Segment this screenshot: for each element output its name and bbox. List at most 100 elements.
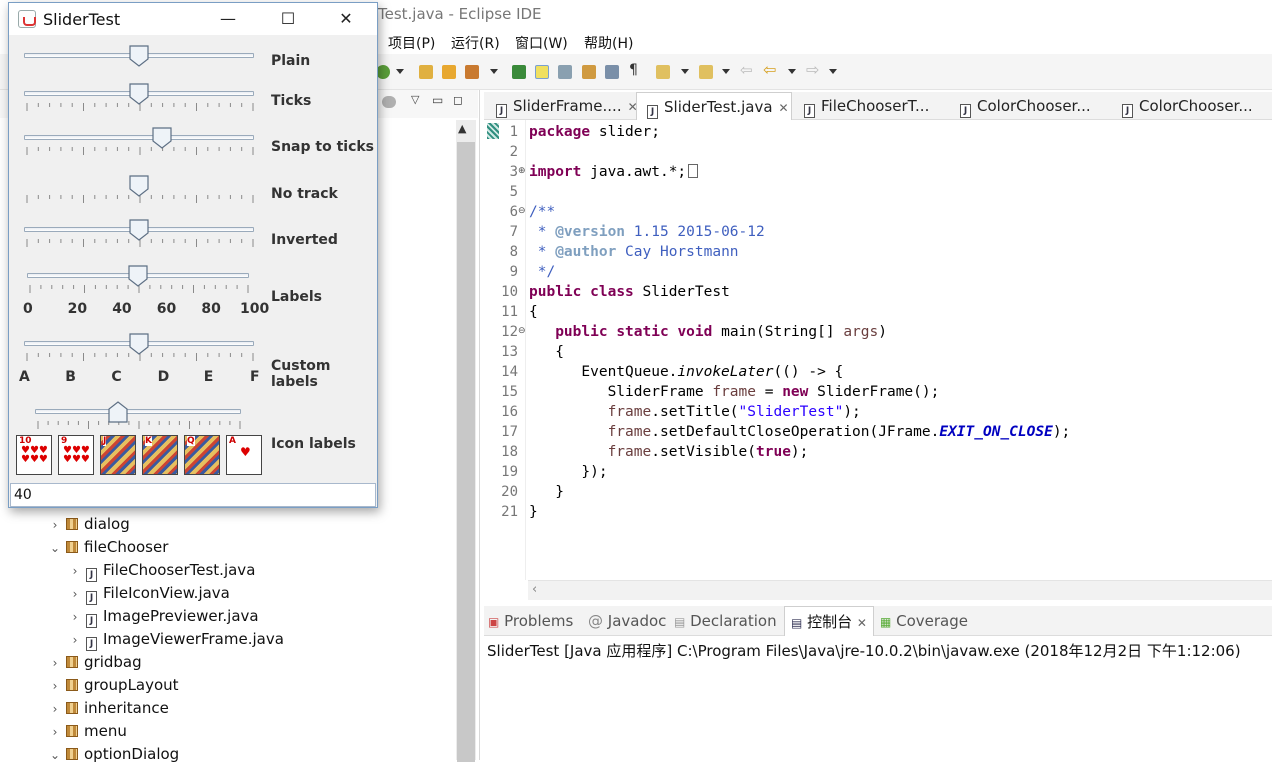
scroll-left-icon[interactable]: ‹ [532, 582, 537, 597]
console-output[interactable]: SliderTest [Java 应用程序] C:\Program Files\… [484, 636, 1272, 760]
back-dropdown-icon[interactable] [788, 69, 796, 74]
toggle-breadcrumb-icon[interactable] [512, 65, 526, 79]
tab-colorchooser-1[interactable]: J ColorChooser... [950, 92, 1110, 120]
slider-thumb[interactable] [152, 127, 172, 149]
code-line[interactable]: frame.setDefaultCloseOperation(JFrame.EX… [529, 422, 1071, 442]
tab-javadoc[interactable]: @ Javadoc [588, 606, 666, 636]
chevron-right-icon[interactable]: › [48, 698, 62, 720]
code-line[interactable]: * @author Cay Horstmann [529, 242, 739, 262]
maximize-button[interactable]: ☐ [265, 3, 311, 35]
close-button[interactable]: ✕ [323, 3, 369, 35]
prev-annotation-icon[interactable] [699, 65, 713, 79]
chevron-right-icon[interactable]: › [48, 721, 62, 743]
next-annotation-icon[interactable] [656, 65, 670, 79]
chevron-down-icon[interactable]: ⌄ [48, 537, 62, 559]
tree-item[interactable]: ⌄ fileChooser [48, 536, 168, 558]
code-line[interactable]: { [529, 342, 564, 362]
chevron-right-icon[interactable]: › [68, 560, 82, 582]
run-config-dropdown-icon[interactable] [396, 69, 404, 74]
tree-scrollbar-thumb[interactable] [457, 142, 475, 762]
code-line[interactable]: } [529, 502, 538, 522]
chevron-right-icon[interactable]: › [68, 606, 82, 628]
tab-console[interactable]: ▤ 控制台 ✕ [784, 606, 874, 636]
slidertest-title-bar[interactable]: SliderTest — ☐ ✕ [9, 3, 377, 35]
tree-item[interactable]: › groupLayout [48, 674, 179, 696]
slider-thumb[interactable] [129, 333, 149, 355]
editor-horizontal-scrollbar[interactable]: ‹ [528, 580, 1272, 600]
forward-dropdown-icon[interactable] [829, 69, 837, 74]
code-line[interactable]: EventQueue.invokeLater(() -> { [529, 362, 843, 382]
tab-slidertest[interactable]: J SliderTest.java ✕ [636, 92, 792, 120]
scroll-up-icon[interactable]: ▲ [458, 122, 466, 135]
chevron-right-icon[interactable]: › [48, 675, 62, 697]
tree-item[interactable]: › J FileChooserTest.java [68, 559, 255, 582]
slider-thumb[interactable] [129, 45, 149, 67]
code-line[interactable]: */ [529, 262, 555, 282]
code-line[interactable]: package slider; [529, 122, 660, 142]
wand-icon[interactable] [465, 65, 479, 79]
tree-item[interactable]: › gridbag [48, 651, 142, 673]
code-line[interactable]: { [529, 302, 538, 322]
slider-thumb[interactable] [129, 219, 149, 241]
last-edit-icon[interactable]: ⇦ [740, 61, 753, 79]
fold-collapse-icon[interactable]: ⊖ [518, 326, 526, 336]
tab-colorchooser-2[interactable]: J ColorChooser... [1112, 92, 1272, 120]
tree-item[interactable]: › dialog [48, 513, 130, 535]
close-icon[interactable]: ✕ [779, 101, 789, 115]
tree-item[interactable]: › J ImageViewerFrame.java [68, 628, 284, 651]
word-wrap-icon[interactable] [605, 65, 619, 79]
tree-item[interactable]: › J FileIconView.java [68, 582, 230, 605]
code-line[interactable]: import java.awt.*; [529, 162, 699, 182]
pilcrow-icon[interactable]: ¶ [629, 62, 638, 78]
show-whitespace-icon[interactable] [582, 65, 596, 79]
slider-track[interactable] [35, 409, 241, 414]
tab-filechoosertest[interactable]: J FileChooserT... [794, 92, 944, 120]
menu-run[interactable]: 运行(R) [451, 33, 500, 53]
prev-annotation-dropdown-icon[interactable] [722, 69, 730, 74]
open-folder-icon[interactable] [442, 65, 456, 79]
next-annotation-dropdown-icon[interactable] [681, 69, 689, 74]
code-line[interactable]: } [529, 482, 564, 502]
code-line[interactable]: public class SliderTest [529, 282, 730, 302]
tree-item[interactable]: › J ImagePreviewer.java [68, 605, 259, 628]
code-line[interactable]: /** [529, 202, 555, 222]
chevron-down-icon[interactable]: ⌄ [48, 744, 62, 766]
fold-expand-icon[interactable]: ⊕ [518, 166, 526, 176]
back-icon[interactable]: ⇦ [763, 60, 776, 79]
minimize-view-icon[interactable]: ▭ [432, 93, 443, 107]
open-type-icon[interactable] [419, 65, 433, 79]
view-menu-icon[interactable]: ▽ [411, 93, 419, 106]
code-line[interactable]: }); [529, 462, 607, 482]
slider-thumb[interactable] [129, 83, 149, 105]
slider-thumb[interactable] [128, 265, 148, 287]
chevron-right-icon[interactable]: › [48, 514, 62, 536]
code-line[interactable]: * @version 1.15 2015-06-12 [529, 222, 765, 242]
fold-collapse-icon[interactable]: ⊖ [518, 206, 526, 216]
code-line[interactable]: public static void main(String[] args) [529, 322, 887, 342]
slider-thumb[interactable] [108, 401, 128, 423]
menu-help[interactable]: 帮助(H) [584, 33, 633, 53]
value-text-field[interactable]: 40 [10, 483, 376, 507]
tab-declaration[interactable]: ▤ Declaration [674, 606, 777, 636]
code-editor[interactable]: 1 2 3 ⊕ 5 6 ⊖ 7 8 9 10 11 12 ⊖ 13 14 15 … [484, 120, 1272, 580]
menu-window[interactable]: 窗口(W) [515, 33, 568, 53]
mark-occurrences-icon[interactable] [535, 65, 549, 79]
code-line[interactable]: frame.setTitle("SliderTest"); [529, 402, 861, 422]
chevron-right-icon[interactable]: › [68, 583, 82, 605]
menu-project[interactable]: 项目(P) [388, 33, 435, 53]
focus-icon[interactable] [382, 96, 396, 108]
code-line[interactable]: SliderFrame frame = new SliderFrame(); [529, 382, 940, 402]
forward-icon[interactable]: ⇨ [806, 60, 819, 79]
run-config-icon[interactable] [376, 65, 390, 79]
slider-track[interactable] [24, 135, 254, 140]
tab-coverage[interactable]: ▦ Coverage [880, 606, 968, 636]
slider-thumb[interactable] [129, 175, 149, 197]
minimize-button[interactable]: — [205, 3, 251, 35]
close-icon[interactable]: ✕ [857, 616, 867, 630]
maximize-view-icon[interactable]: ◻ [453, 93, 463, 107]
block-selection-icon[interactable] [558, 65, 572, 79]
chevron-right-icon[interactable]: › [48, 652, 62, 674]
chevron-right-icon[interactable]: › [68, 629, 82, 651]
code-line[interactable]: frame.setVisible(true); [529, 442, 809, 462]
tab-problems[interactable]: ▣ Problems [488, 606, 573, 636]
